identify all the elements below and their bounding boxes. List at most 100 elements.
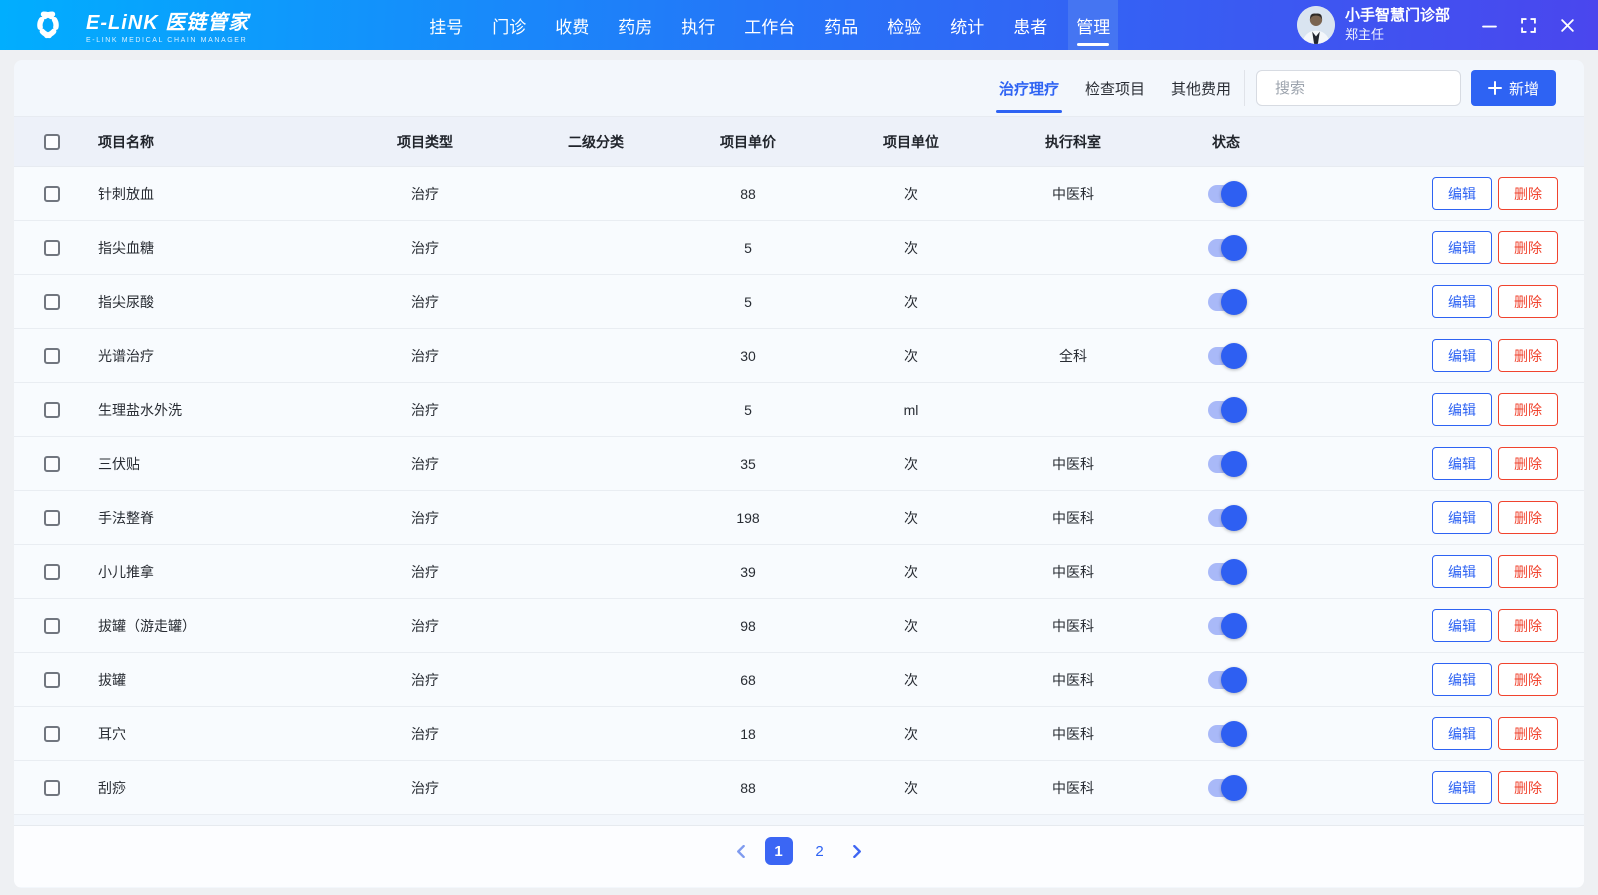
delete-button[interactable]: 删除: [1498, 393, 1558, 426]
delete-button[interactable]: 删除: [1498, 177, 1558, 210]
delete-button[interactable]: 删除: [1498, 339, 1558, 372]
select-all-checkbox[interactable]: [44, 134, 60, 150]
tab[interactable]: 检查项目: [1085, 70, 1145, 107]
status-toggle[interactable]: [1208, 401, 1244, 419]
close-icon[interactable]: [1558, 16, 1576, 34]
delete-button[interactable]: 删除: [1498, 663, 1558, 696]
chevron-left-icon[interactable]: [732, 837, 752, 865]
table-row: 手法整脊 治疗 198 次 中医科 编辑 删除: [14, 491, 1584, 545]
status-toggle[interactable]: [1208, 347, 1244, 365]
maximize-icon[interactable]: [1519, 16, 1537, 34]
tab[interactable]: 治疗理疗: [999, 70, 1059, 107]
delete-button[interactable]: 删除: [1498, 771, 1558, 804]
row-checkbox[interactable]: [44, 240, 60, 256]
row-checkbox[interactable]: [44, 780, 60, 796]
col-header-category: 二级分类: [510, 132, 682, 152]
nav-item-label: 检验: [887, 13, 921, 38]
user-area[interactable]: 小手智慧门诊部 郑主任: [1297, 0, 1450, 50]
status-toggle[interactable]: [1208, 509, 1244, 527]
avatar: [1297, 6, 1335, 44]
cell-type: 治疗: [340, 292, 510, 312]
tab[interactable]: 其他费用: [1171, 70, 1231, 107]
minimize-icon[interactable]: [1480, 16, 1498, 34]
cell-type: 治疗: [340, 670, 510, 690]
cell-unit: 次: [814, 184, 1008, 204]
nav-item[interactable]: 统计: [942, 0, 992, 50]
cell-name: 耳穴: [98, 724, 340, 744]
search-input[interactable]: [1275, 80, 1474, 97]
col-header-price: 项目单价: [682, 132, 814, 152]
page-number-label: 2: [815, 843, 823, 860]
row-checkbox[interactable]: [44, 510, 60, 526]
nav-item[interactable]: 收费: [547, 0, 597, 50]
delete-button[interactable]: 删除: [1498, 285, 1558, 318]
edit-button[interactable]: 编辑: [1432, 393, 1492, 426]
page-number-button[interactable]: 1: [765, 837, 793, 865]
edit-button[interactable]: 编辑: [1432, 555, 1492, 588]
cell-type: 治疗: [340, 724, 510, 744]
nav-item[interactable]: 药房: [610, 0, 660, 50]
nav-item[interactable]: 门诊: [484, 0, 534, 50]
edit-button[interactable]: 编辑: [1432, 609, 1492, 642]
cell-name: 三伏贴: [98, 454, 340, 474]
table-row: 针刺放血 治疗 88 次 中医科 编辑 删除: [14, 167, 1584, 221]
row-checkbox[interactable]: [44, 564, 60, 580]
status-toggle[interactable]: [1208, 563, 1244, 581]
table-body: 针刺放血 治疗 88 次 中医科 编辑 删除: [14, 167, 1584, 815]
cell-type: 治疗: [340, 184, 510, 204]
status-toggle[interactable]: [1208, 185, 1244, 203]
page-number-button[interactable]: 2: [806, 837, 834, 865]
delete-button[interactable]: 删除: [1498, 447, 1558, 480]
cell-unit: 次: [814, 292, 1008, 312]
nav-item-label: 执行: [681, 13, 715, 38]
status-toggle[interactable]: [1208, 293, 1244, 311]
edit-button[interactable]: 编辑: [1432, 339, 1492, 372]
nav-item[interactable]: 药品: [816, 0, 866, 50]
table-row: 拔罐 治疗 68 次 中医科 编辑 删除: [14, 653, 1584, 707]
nav-item[interactable]: 患者: [1005, 0, 1055, 50]
nav-item[interactable]: 工作台: [736, 0, 803, 50]
page-number-label: 1: [774, 843, 782, 860]
chevron-right-icon[interactable]: [847, 837, 867, 865]
edit-button[interactable]: 编辑: [1432, 663, 1492, 696]
delete-button[interactable]: 删除: [1498, 231, 1558, 264]
edit-button[interactable]: 编辑: [1432, 717, 1492, 750]
status-toggle[interactable]: [1208, 725, 1244, 743]
status-toggle[interactable]: [1208, 239, 1244, 257]
nav-item[interactable]: 执行: [673, 0, 723, 50]
row-checkbox[interactable]: [44, 618, 60, 634]
edit-button[interactable]: 编辑: [1432, 501, 1492, 534]
cell-price: 30: [682, 348, 814, 364]
delete-button[interactable]: 删除: [1498, 717, 1558, 750]
nav-item[interactable]: 管理: [1068, 0, 1118, 50]
row-checkbox[interactable]: [44, 672, 60, 688]
add-button[interactable]: 新增: [1471, 70, 1556, 106]
status-toggle[interactable]: [1208, 671, 1244, 689]
edit-button[interactable]: 编辑: [1432, 285, 1492, 318]
edit-button[interactable]: 编辑: [1432, 447, 1492, 480]
cell-unit: 次: [814, 346, 1008, 366]
delete-button[interactable]: 删除: [1498, 555, 1558, 588]
nav-item[interactable]: 检验: [879, 0, 929, 50]
row-checkbox[interactable]: [44, 186, 60, 202]
edit-button[interactable]: 编辑: [1432, 231, 1492, 264]
edit-button[interactable]: 编辑: [1432, 771, 1492, 804]
toolbar-divider: [1244, 70, 1245, 106]
edit-button[interactable]: 编辑: [1432, 177, 1492, 210]
row-checkbox[interactable]: [44, 726, 60, 742]
cell-type: 治疗: [340, 562, 510, 582]
status-toggle[interactable]: [1208, 779, 1244, 797]
row-checkbox[interactable]: [44, 456, 60, 472]
nav-item[interactable]: 挂号: [421, 0, 471, 50]
row-checkbox[interactable]: [44, 294, 60, 310]
cell-unit: 次: [814, 616, 1008, 636]
add-button-label: 新增: [1509, 78, 1539, 99]
row-checkbox[interactable]: [44, 402, 60, 418]
delete-button[interactable]: 删除: [1498, 501, 1558, 534]
row-checkbox[interactable]: [44, 348, 60, 364]
toolbar: 治疗理疗 检查项目 其他费用: [14, 60, 1584, 116]
status-toggle[interactable]: [1208, 455, 1244, 473]
status-toggle[interactable]: [1208, 617, 1244, 635]
delete-button[interactable]: 删除: [1498, 609, 1558, 642]
table-row: 生理盐水外洗 治疗 5 ml 编辑 删除: [14, 383, 1584, 437]
